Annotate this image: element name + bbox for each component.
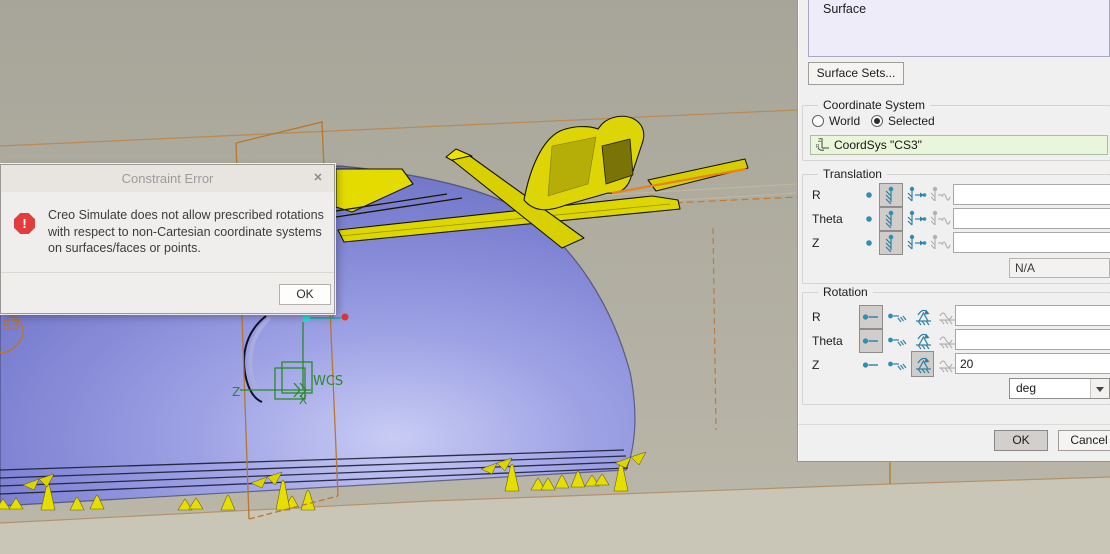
selected-radio[interactable] — [871, 115, 883, 127]
rotation-fixed-icon[interactable] — [886, 305, 907, 329]
rotation-z-input[interactable] — [955, 353, 1110, 374]
rotation-prescribed-icon[interactable] — [911, 303, 934, 329]
translation-prescribed-icon[interactable] — [906, 183, 928, 207]
translation-row-label-r: R — [812, 188, 821, 202]
rotation-function-icon[interactable] — [937, 351, 957, 377]
close-icon[interactable]: ✕ — [310, 170, 326, 186]
coordinate-system-group: Coordinate System World Selected Z R Coo… — [802, 98, 1110, 161]
rotation-function-icon[interactable] — [937, 303, 957, 329]
translation-row-label-theta: Theta — [812, 212, 843, 226]
translation-theta-input[interactable] — [953, 208, 1110, 229]
translation-group: Translation R Theta Z N/A — [802, 167, 1110, 284]
rotation-units-combobox[interactable]: deg — [1009, 378, 1110, 399]
rotation-fixed-icon[interactable] — [886, 353, 907, 377]
world-radio-label[interactable]: World — [829, 114, 860, 128]
translation-prescribed-icon[interactable] — [906, 207, 928, 231]
translation-prescribed-icon[interactable] — [906, 231, 928, 255]
translation-free-icon[interactable] — [861, 184, 877, 206]
coordsys-collector[interactable]: Z R CoordSys "CS3" — [810, 135, 1108, 155]
svg-text:Z: Z — [232, 385, 240, 399]
rotation-fixed-icon[interactable] — [886, 329, 907, 353]
rotation-group: Rotation R Theta Z 20 deg — [802, 285, 1110, 405]
coordinate-system-group-label: Coordinate System — [818, 98, 931, 112]
dialog-titlebar[interactable]: Constraint Error ✕ — [1, 165, 334, 192]
rotation-prescribed-button[interactable] — [911, 351, 934, 377]
panel-cancel-button[interactable]: Cancel — [1058, 430, 1110, 451]
translation-fixed-button[interactable] — [879, 231, 903, 255]
dialog-title: Constraint Error — [121, 171, 214, 186]
translation-r-input[interactable] — [953, 184, 1110, 205]
reference-point-marker — [341, 313, 349, 321]
translation-z-input[interactable] — [953, 232, 1110, 253]
translation-function-icon[interactable] — [931, 231, 951, 255]
selected-point-marker — [303, 315, 310, 322]
svg-text:S3: S3 — [2, 318, 20, 334]
rotation-prescribed-icon[interactable] — [911, 327, 934, 353]
constraint-properties-panel: Surface Surface Sets... Coordinate Syste… — [797, 0, 1110, 462]
rotation-row-label-r: R — [812, 310, 821, 324]
rotation-free-button[interactable] — [859, 305, 883, 329]
svg-text:X: X — [299, 393, 307, 407]
svg-text:R: R — [816, 144, 820, 150]
rotation-units-value: deg — [1016, 381, 1037, 395]
rotation-group-label: Rotation — [818, 285, 873, 299]
chevron-down-icon — [1096, 387, 1104, 392]
translation-free-icon[interactable] — [861, 232, 877, 254]
translation-fixed-button[interactable] — [879, 183, 903, 207]
world-radio[interactable] — [812, 115, 824, 127]
csys-icon: Z R — [815, 136, 831, 157]
rotation-theta-input[interactable] — [955, 329, 1110, 350]
panel-ok-button[interactable]: OK — [994, 430, 1048, 451]
translation-function-icon[interactable] — [931, 183, 951, 207]
dialog-ok-button[interactable]: OK — [279, 284, 331, 305]
translation-fixed-button[interactable] — [879, 207, 903, 231]
rotation-free-button[interactable] — [859, 329, 883, 353]
translation-row-label-z: Z — [812, 236, 820, 250]
translation-group-label: Translation — [818, 167, 887, 181]
rotation-row-label-z: Z — [812, 358, 820, 372]
rotation-free-icon[interactable] — [859, 353, 883, 377]
translation-function-icon[interactable] — [931, 207, 951, 231]
rotation-r-input[interactable] — [955, 305, 1110, 326]
coordsys-value: CoordSys "CS3" — [834, 138, 922, 152]
panel-separator — [798, 424, 1110, 425]
app-window: S3 Z X WCS Surface Surface Sets... Coord… — [0, 0, 1110, 554]
panel-left-highlight — [798, 0, 799, 461]
error-message: Creo Simulate does not allow prescribed … — [48, 208, 324, 255]
references-listbox[interactable]: Surface — [808, 0, 1110, 57]
reference-item-surface[interactable]: Surface — [809, 0, 1109, 16]
selected-radio-label[interactable]: Selected — [888, 114, 935, 128]
constraint-error-dialog: Constraint Error ✕ ! Creo Simulate does … — [0, 164, 335, 314]
rotation-function-icon[interactable] — [937, 327, 957, 353]
combobox-drop-button[interactable] — [1090, 379, 1109, 398]
svg-text:WCS: WCS — [313, 374, 343, 389]
surface-sets-button[interactable]: Surface Sets... — [808, 62, 904, 85]
rotation-row-label-theta: Theta — [812, 334, 843, 348]
error-icon: ! — [14, 213, 35, 234]
translation-units-field: N/A — [1009, 258, 1110, 278]
dialog-separator — [1, 272, 334, 273]
translation-free-icon[interactable] — [861, 208, 877, 230]
